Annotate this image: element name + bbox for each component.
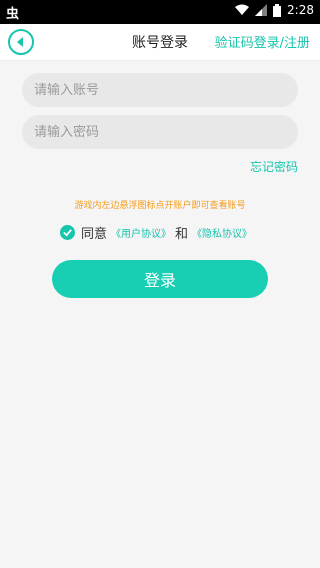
status-icons: 2:28	[235, 3, 314, 17]
agree-checkbox[interactable]	[60, 225, 75, 240]
status-bar: 虫 2:28	[0, 0, 320, 24]
login-form: 忘记密码 游戏内左边悬浮图标点开账户即可查看账号 同意 《用户协议》 和 《隐私…	[0, 61, 320, 568]
check-icon	[63, 229, 72, 237]
account-input-wrap	[22, 73, 298, 107]
user-agreement-link[interactable]: 《用户协议》	[111, 225, 171, 240]
signal-icon	[255, 4, 268, 16]
wifi-icon	[235, 4, 250, 16]
agreement-row: 同意 《用户协议》 和 《隐私协议》	[60, 223, 256, 242]
battery-icon	[273, 3, 282, 17]
password-input[interactable]	[22, 115, 298, 149]
privacy-policy-link[interactable]: 《隐私协议》	[192, 225, 252, 240]
account-input[interactable]	[22, 73, 298, 107]
code-login-register-link[interactable]: 验证码登录/注册	[215, 32, 310, 51]
header: 账号登录 验证码登录/注册	[0, 24, 320, 61]
bug-icon: 虫	[6, 7, 20, 22]
forgot-password-link[interactable]: 忘记密码	[250, 158, 298, 175]
status-time: 2:28	[287, 3, 314, 17]
agree-label: 同意	[81, 227, 108, 242]
login-button[interactable]: 登录	[52, 260, 268, 298]
account-hint: 游戏内左边悬浮图标点开账户即可查看账号	[74, 201, 246, 211]
password-input-wrap	[22, 115, 298, 149]
and-label: 和	[175, 227, 189, 242]
